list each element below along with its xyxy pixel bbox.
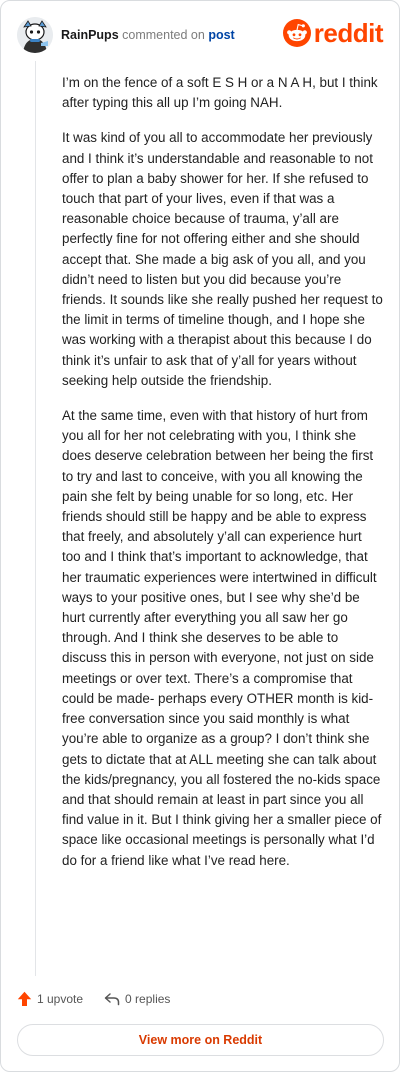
upvote-count: 1 upvote bbox=[37, 992, 84, 1006]
comment-header: RainPups commented on post reddit bbox=[17, 13, 384, 53]
reply-arrow-icon bbox=[104, 993, 120, 1006]
comment-byline: RainPups commented on post bbox=[61, 27, 235, 43]
reddit-alien-icon bbox=[282, 19, 311, 47]
comment-paragraph: I’m on the fence of a soft E S H or a N … bbox=[62, 75, 378, 111]
thread-line[interactable] bbox=[35, 61, 36, 976]
reddit-wordmark: reddit bbox=[313, 18, 384, 48]
comment-actions: 1 upvote 0 replies bbox=[17, 989, 170, 1009]
post-link[interactable]: post bbox=[208, 28, 234, 42]
snoo-avatar-icon[interactable] bbox=[17, 17, 53, 53]
comment-embed-card: RainPups commented on post reddit I’m on… bbox=[0, 0, 400, 1072]
upvote-button[interactable]: 1 upvote bbox=[17, 991, 83, 1007]
comment-body: I’m on the fence of a soft E S H or a N … bbox=[62, 73, 384, 886]
commented-on-text: commented on bbox=[122, 28, 205, 42]
replies-count: 0 replies bbox=[125, 992, 171, 1006]
view-more-on-reddit-button[interactable]: View more on Reddit bbox=[17, 1024, 384, 1056]
username-link[interactable]: RainPups bbox=[61, 28, 119, 42]
comment-paragraph: It was kind of you all to accommodate he… bbox=[62, 130, 383, 388]
upvote-arrow-icon bbox=[17, 991, 32, 1006]
comment-paragraph: At the same time, even with that history… bbox=[62, 408, 382, 868]
replies-button[interactable]: 0 replies bbox=[104, 992, 170, 1006]
reddit-logo[interactable]: reddit bbox=[282, 18, 384, 48]
